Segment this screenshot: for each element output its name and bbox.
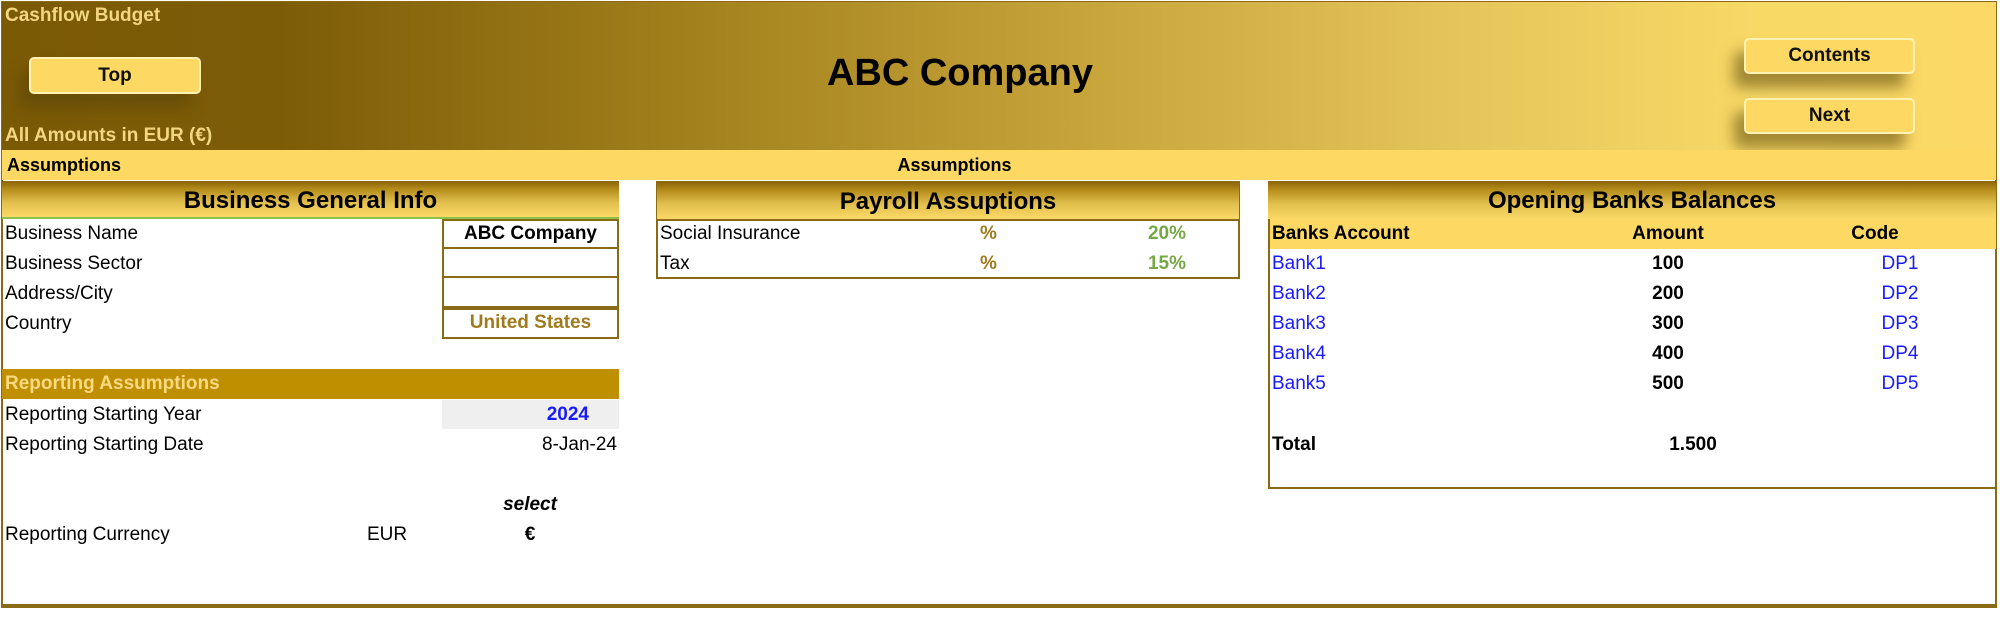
bank-amount[interactable]: 400: [1618, 339, 1718, 369]
assumptions-strip: Assumptions Assumptions: [2, 150, 1996, 180]
bank-account[interactable]: Bank3: [1272, 309, 1326, 339]
address-city-label: Address/City: [5, 283, 113, 304]
banks-total-value: 1.500: [1669, 434, 1717, 455]
banks-column-header-row: Banks Account Amount Code: [1270, 219, 1996, 249]
social-insurance-rate[interactable]: 20%: [1130, 219, 1186, 249]
bank-amount[interactable]: 500: [1618, 369, 1718, 399]
tax-rate[interactable]: 15%: [1130, 249, 1186, 279]
reporting-assumptions-header: Reporting Assumptions: [2, 369, 619, 399]
address-city-input[interactable]: [442, 278, 619, 308]
business-name-input[interactable]: ABC Company: [442, 219, 619, 249]
bank-code: DP1: [1881, 253, 1919, 274]
tax-unit: %: [980, 253, 997, 274]
bank-amount[interactable]: 300: [1618, 309, 1718, 339]
bank-code: DP4: [1881, 343, 1919, 364]
payroll-header: Payroll Assuptions: [656, 181, 1240, 219]
business-name-label: Business Name: [5, 223, 139, 244]
bank-account[interactable]: Bank1: [1272, 249, 1326, 279]
reporting-starting-year-input[interactable]: 2024: [442, 400, 619, 429]
amounts-note: All Amounts in EUR (€): [5, 125, 213, 146]
reporting-currency-label: Reporting Currency: [5, 524, 170, 545]
social-insurance-unit: %: [980, 223, 997, 244]
bank-code: DP3: [1881, 313, 1919, 334]
app-title: Cashflow Budget: [5, 5, 161, 26]
reporting-currency-symbol: €: [524, 524, 536, 545]
reporting-starting-year-label: Reporting Starting Year: [5, 404, 202, 425]
assumptions-center-label: Assumptions: [897, 155, 1012, 175]
banks-total-label: Total: [1272, 434, 1316, 455]
next-button[interactable]: Next: [1744, 98, 1915, 134]
col-header-amount: Amount: [1632, 223, 1704, 244]
top-button[interactable]: Top: [29, 57, 201, 94]
bank-amount[interactable]: 200: [1618, 279, 1718, 309]
col-header-account: Banks Account: [1272, 223, 1410, 244]
bank-account[interactable]: Bank5: [1272, 369, 1326, 399]
reporting-starting-date-label: Reporting Starting Date: [5, 434, 204, 455]
company-title: ABC Company: [826, 52, 1094, 94]
reporting-currency-code[interactable]: EUR: [367, 520, 407, 550]
bank-account[interactable]: Bank4: [1272, 339, 1326, 369]
col-header-code: Code: [1851, 223, 1899, 244]
bank-code: DP2: [1881, 283, 1919, 304]
banks-header: Opening Banks Balances: [1268, 181, 1996, 219]
tax-label: Tax: [660, 253, 690, 274]
business-sector-label: Business Sector: [5, 253, 143, 274]
business-info-header: Business General Info: [2, 181, 619, 219]
bank-amount[interactable]: 100: [1618, 249, 1718, 279]
country-select[interactable]: United States: [442, 308, 619, 339]
country-label: Country: [5, 313, 72, 334]
bank-code: DP5: [1881, 373, 1919, 394]
contents-button[interactable]: Contents: [1744, 38, 1915, 74]
social-insurance-label: Social Insurance: [660, 223, 801, 244]
currency-select-hint: select: [503, 494, 557, 515]
reporting-starting-date-value: 8-Jan-24: [542, 434, 617, 455]
business-sector-input[interactable]: [442, 249, 619, 278]
bank-account[interactable]: Bank2: [1272, 279, 1326, 309]
